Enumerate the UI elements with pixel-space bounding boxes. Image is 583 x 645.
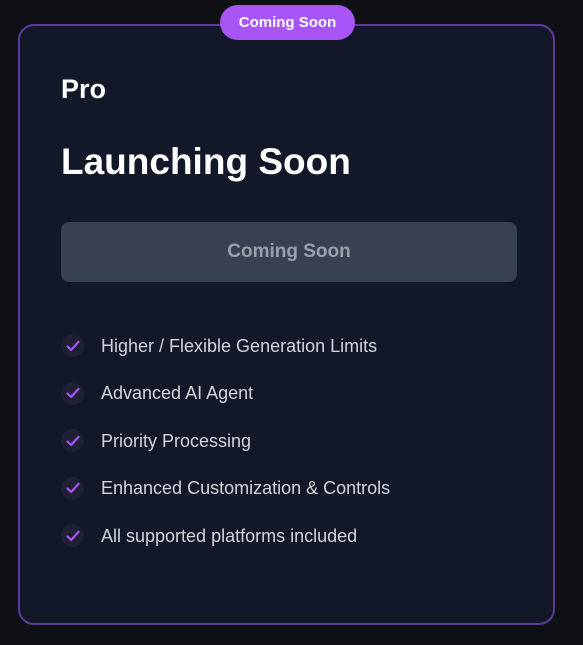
feature-label: Advanced AI Agent <box>101 383 254 404</box>
coming-soon-button[interactable]: Coming Soon <box>61 222 517 282</box>
feature-item: Higher / Flexible Generation Limits <box>61 322 390 370</box>
feature-label: Enhanced Customization & Controls <box>101 478 391 499</box>
check-icon <box>61 429 84 453</box>
check-icon <box>61 381 84 405</box>
feature-list: Higher / Flexible Generation Limits Adva… <box>61 322 390 560</box>
feature-item: Priority Processing <box>61 417 390 465</box>
feature-item: Enhanced Customization & Controls <box>61 465 390 513</box>
feature-label: All supported platforms included <box>101 525 358 546</box>
check-icon <box>61 524 84 548</box>
feature-item: All supported platforms included <box>61 512 390 560</box>
pricing-card: Pro Launching Soon Coming Soon Higher / … <box>18 24 555 625</box>
check-icon <box>61 334 84 358</box>
plan-name: Pro <box>61 74 107 104</box>
feature-label: Higher / Flexible Generation Limits <box>101 335 378 356</box>
plan-headline: Launching Soon <box>61 141 351 182</box>
check-icon <box>61 476 84 500</box>
feature-label: Priority Processing <box>101 430 252 451</box>
coming-soon-badge: Coming Soon <box>220 5 355 40</box>
feature-item: Advanced AI Agent <box>61 370 390 418</box>
